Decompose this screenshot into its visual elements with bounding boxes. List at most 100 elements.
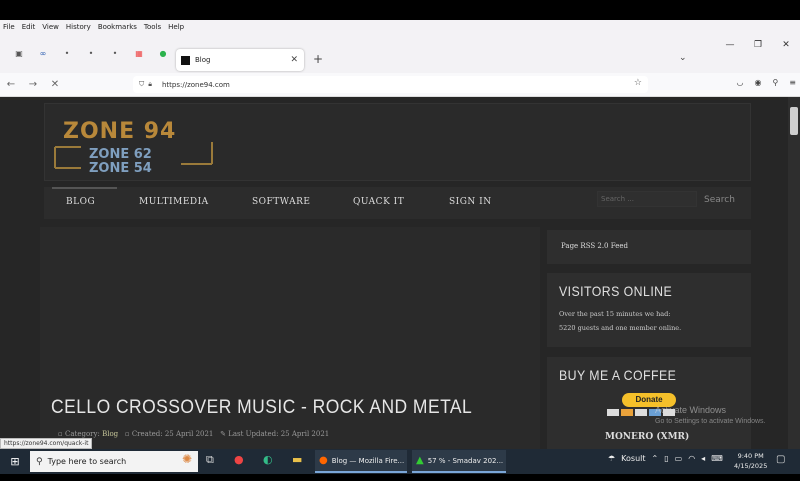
notification-icon[interactable]: ▢ <box>776 454 785 465</box>
toolbar-right-icons: ◡ ◉ ⚲ ≡ <box>725 78 796 87</box>
chrome-icon[interactable]: ● <box>234 453 244 466</box>
pinned-tab-icon[interactable]: • <box>110 48 120 58</box>
account-icon[interactable]: ◉ <box>754 78 761 87</box>
windows-taskbar: ⊞ ⚲ Type here to search ✺ ⧉ ● ◐ ▬ ● Blog… <box>0 449 800 474</box>
card-icon <box>621 409 633 416</box>
menu-tools[interactable]: Tools <box>144 23 161 31</box>
tray-label[interactable]: Kosult <box>621 454 645 463</box>
zone94-logo[interactable]: ZONE 94 ZONE 62 ZONE 54 <box>51 112 213 174</box>
coffee-module: BUY ME A COFFEE Donate MONERO (XMR) <box>547 357 751 449</box>
close-window-icon[interactable]: ✕ <box>772 33 800 57</box>
site-search-button[interactable]: Search <box>704 195 735 205</box>
menu-view[interactable]: View <box>42 23 59 31</box>
clock-time: 9:40 PM <box>737 452 764 460</box>
main-navigation: BLOG MULTIMEDIA SOFTWARE QUACK IT SIGN I… <box>44 187 751 219</box>
windows-start-icon[interactable]: ⊞ <box>0 455 30 468</box>
post-meta: ▫ Category: Blog ▫ Created: 25 April 202… <box>58 430 329 446</box>
url-bar[interactable]: ⛉ 🔒︎ https://zone94.com ☆ <box>133 76 648 93</box>
taskbar-clock[interactable]: 9:40 PM 4/15/2025 <box>734 451 767 471</box>
logo-line1: ZONE 94 <box>63 119 176 144</box>
restore-icon[interactable]: ❐ <box>744 33 772 57</box>
browser-menubar: File Edit View History Bookmarks Tools H… <box>0 20 800 33</box>
windows-logo-icon[interactable]: ▦ <box>134 48 144 58</box>
activate-windows-watermark: Activate Windows <box>655 405 727 415</box>
visitors-line1: Over the past 15 minutes we had: <box>559 310 671 318</box>
cortana-art-icon: ✺ <box>181 452 192 466</box>
top-black-band <box>0 0 800 20</box>
page-scrollbar[interactable] <box>788 97 800 449</box>
close-icon[interactable]: ✕ <box>290 55 298 65</box>
logo-line3: ZONE 54 <box>89 161 152 174</box>
file-explorer-icon[interactable]: ▬ <box>292 453 302 466</box>
menu-edit[interactable]: Edit <box>22 23 36 31</box>
menu-help[interactable]: Help <box>168 23 184 31</box>
menu-history[interactable]: History <box>66 23 91 31</box>
taskbar-search-text[interactable]: Type here to search <box>48 457 127 466</box>
bookmark-star-icon[interactable]: ☆ <box>634 78 642 88</box>
site-header: ZONE 94 ZONE 62 ZONE 54 <box>44 103 751 181</box>
visitors-title: VISITORS ONLINE <box>559 283 673 299</box>
tray-chevron-icon[interactable]: ⌃ <box>652 454 659 463</box>
tab-strip: ▣ ∞ • • • ▦ ● Blog ✕ + ⌄ — ❐ ✕ <box>0 33 800 73</box>
extensions-icon[interactable]: ⚲ <box>772 78 778 87</box>
network-icon[interactable]: ▯ <box>664 454 668 463</box>
taskbar-firefox-label: Blog — Mozilla Fire... <box>331 456 405 465</box>
taskbar-smadav[interactable]: ▲ 57 % - Smadav 202... <box>412 450 506 473</box>
navigation-toolbar: ← → ✕ ⛉ 🔒︎ https://zone94.com ☆ ◡ ◉ ⚲ ≡ <box>0 73 800 97</box>
menu-bookmarks[interactable]: Bookmarks <box>98 23 137 31</box>
monero-heading: MONERO (XMR) <box>605 432 690 442</box>
new-tab-plus-icon[interactable]: + <box>313 52 323 66</box>
nav-multimedia[interactable]: MULTIMEDIA <box>139 197 209 207</box>
url-text[interactable]: https://zone94.com <box>162 81 230 89</box>
shield-icon[interactable]: ⛉ <box>139 80 144 89</box>
tab-title: Blog <box>195 56 211 64</box>
stop-loading-icon[interactable]: ✕ <box>44 79 66 90</box>
taskbar-firefox[interactable]: ● Blog — Mozilla Fire... <box>315 450 407 473</box>
battery-icon[interactable]: ▭ <box>675 454 683 463</box>
tab-overview-icon[interactable]: ▣ <box>14 48 24 58</box>
status-url-tooltip: https://zone94.com/quack-it <box>0 438 93 449</box>
menu-file[interactable]: File <box>3 23 15 31</box>
whatsapp-icon[interactable]: ● <box>158 48 168 58</box>
forward-arrow-icon[interactable]: → <box>22 79 44 90</box>
rss-feed-link[interactable]: Page RSS 2.0 Feed <box>561 242 628 250</box>
firefox-icon: ● <box>319 455 328 466</box>
minimize-icon[interactable]: — <box>716 33 744 57</box>
scrollbar-thumb[interactable] <box>790 107 798 135</box>
volume-icon[interactable]: ◂ <box>701 454 705 463</box>
taskbar-search[interactable]: ⚲ Type here to search ✺ <box>30 451 198 472</box>
back-arrow-icon[interactable]: ← <box>0 79 22 90</box>
created-date: Created: 25 April 2021 <box>131 430 214 438</box>
calendar-icon: ▫ <box>124 430 130 438</box>
edge-icon[interactable]: ◐ <box>263 453 273 466</box>
system-tray: ☂ Kosult ⌃ ▯ ▭ ◠ ◂ ⌨ <box>608 454 729 463</box>
lock-icon[interactable]: 🔒︎ <box>148 80 152 89</box>
nav-software[interactable]: SOFTWARE <box>252 197 310 207</box>
web-page-viewport: ZONE 94 ZONE 62 ZONE 54 BLOG MULTIMEDIA … <box>0 97 800 449</box>
post-title[interactable]: CELLO CROSSOVER MUSIC - ROCK AND METAL <box>51 397 472 419</box>
pinned-tab-icon[interactable]: ∞ <box>38 48 48 58</box>
pinned-tab-icon[interactable]: • <box>62 48 72 58</box>
tab-blog[interactable]: Blog ✕ <box>176 49 304 71</box>
smadav-icon: ▲ <box>416 455 424 466</box>
visitors-module: VISITORS ONLINE Over the past 15 minutes… <box>547 273 751 347</box>
site-favicon-icon <box>181 55 190 65</box>
active-nav-indicator <box>52 187 117 189</box>
nav-blog[interactable]: BLOG <box>66 197 95 207</box>
nav-sign-in[interactable]: SIGN IN <box>449 197 492 207</box>
nav-quack-it[interactable]: QUACK IT <box>353 197 404 207</box>
site-search-input[interactable]: Search ... <box>597 191 697 207</box>
wifi-icon[interactable]: ◠ <box>688 454 695 463</box>
pinned-tab-icon[interactable]: • <box>86 48 96 58</box>
weather-icon[interactable]: ☂ <box>608 454 615 463</box>
category-link[interactable]: Blog <box>102 430 118 438</box>
window-controls: — ❐ ✕ <box>716 33 800 57</box>
pocket-icon[interactable]: ◡ <box>736 78 743 87</box>
task-view-icon[interactable]: ⧉ <box>206 453 214 467</box>
coffee-title: BUY ME A COFFEE <box>559 367 677 383</box>
language-icon[interactable]: ⌨ <box>711 454 723 463</box>
hamburger-menu-icon[interactable]: ≡ <box>789 78 796 87</box>
activate-windows-subtitle: Go to Settings to activate Windows. <box>655 418 766 425</box>
rss-module: Page RSS 2.0 Feed <box>547 230 751 264</box>
list-tabs-chevron-icon[interactable]: ⌄ <box>679 53 687 63</box>
